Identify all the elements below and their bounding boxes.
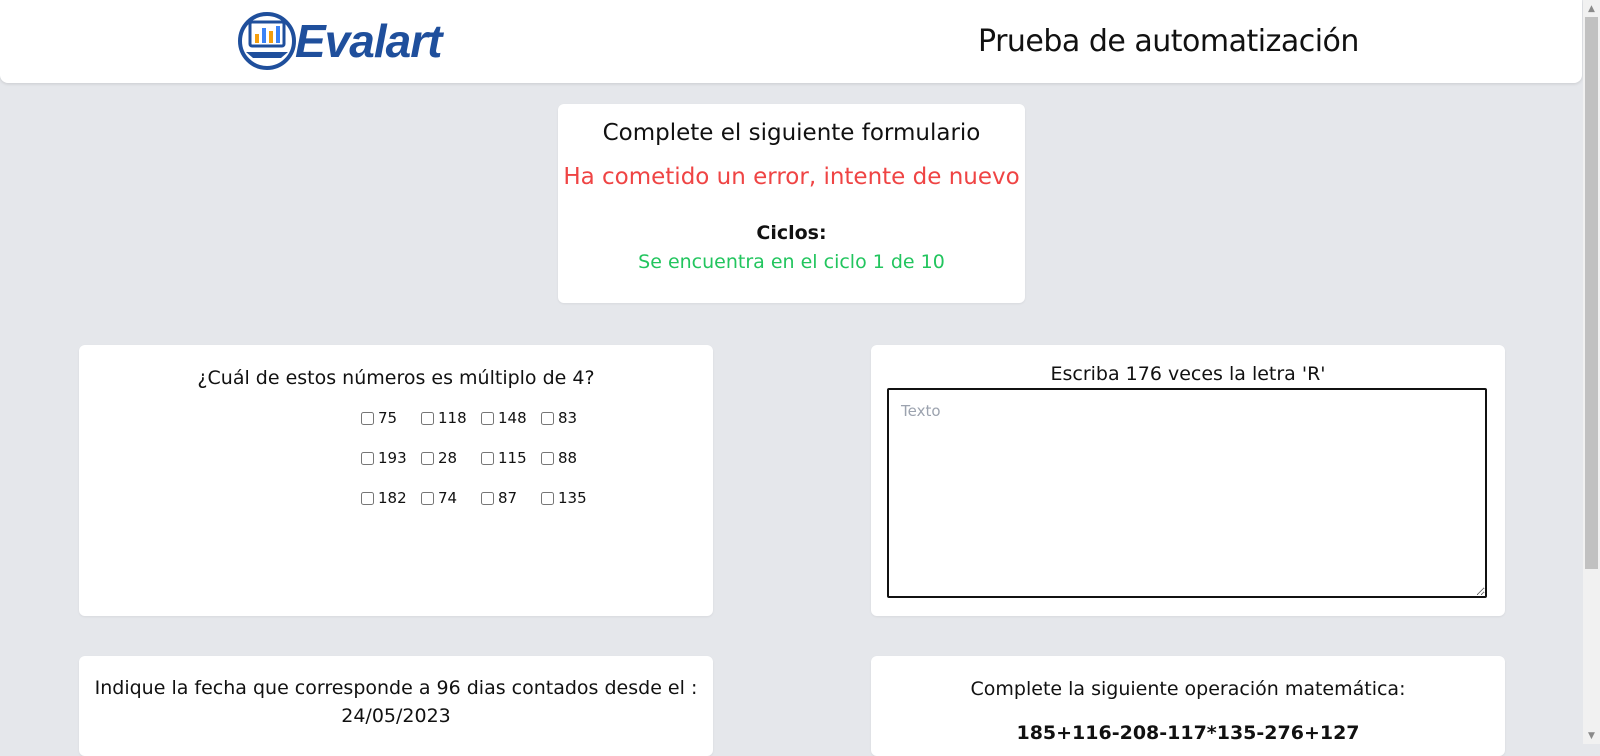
app-header: Evalart Prueba de automatización [0,0,1582,83]
option-checkbox[interactable]: 87 [481,488,517,508]
option-checkbox[interactable]: 135 [541,488,587,508]
options-row: 193 28 115 88 [361,448,621,488]
page-title: Prueba de automatización [978,24,1359,59]
logo-icon [238,12,296,70]
form-instruction: Complete el siguiente formulario [602,120,981,146]
options-row: 182 74 87 135 [361,488,621,528]
checkbox[interactable] [541,451,554,465]
math-operation: 185+116-208-117*135-276+127 [1016,722,1360,744]
checkbox[interactable] [421,411,434,425]
option-checkbox[interactable]: 148 [481,408,527,428]
checkbox[interactable] [421,491,434,505]
options-grid: 75 118 148 83 193 28 115 88 182 74 87 13… [361,408,621,528]
scroll-down-arrow-icon[interactable]: ▼ [1583,727,1600,744]
checkbox[interactable] [361,411,374,425]
date-question-card: Indique la fecha que corresponde a 96 di… [79,656,713,756]
option-checkbox[interactable]: 28 [421,448,457,468]
scrollbar-thumb[interactable] [1585,17,1598,569]
option-label: 135 [558,489,587,507]
checkbox[interactable] [541,491,554,505]
option-checkbox[interactable]: 182 [361,488,407,508]
option-label: 193 [378,449,407,467]
options-row: 75 118 148 83 [361,408,621,448]
checkbox[interactable] [481,411,494,425]
option-label: 28 [438,449,458,467]
date-reference: 24/05/2023 [341,705,451,727]
logo-text: Evalart [295,15,442,67]
option-label: 74 [438,489,458,507]
text-question-title: Escriba 176 veces la letra 'R' [1050,363,1326,385]
vertical-scrollbar[interactable]: ▲ ▼ [1583,0,1600,744]
status-card: Complete el siguiente formulario Ha come… [558,104,1025,303]
option-checkbox[interactable]: 118 [421,408,467,428]
math-question-card: Complete la siguiente operación matemáti… [871,656,1505,756]
checkbox[interactable] [541,411,554,425]
text-question-card: Escriba 176 veces la letra 'R' [871,345,1505,616]
option-label: 115 [498,449,527,467]
multiple-question-title: ¿Cuál de estos números es múltiplo de 4? [197,367,595,389]
option-checkbox[interactable]: 83 [541,408,577,428]
evalart-logo[interactable]: Evalart [237,8,487,78]
math-question-title: Complete la siguiente operación matemáti… [970,678,1406,700]
option-label: 118 [438,409,467,427]
option-label: 83 [558,409,578,427]
option-label: 87 [498,489,518,507]
multiple-question-card: ¿Cuál de estos números es múltiplo de 4?… [79,345,713,616]
checkbox[interactable] [421,451,434,465]
option-checkbox[interactable]: 115 [481,448,527,468]
option-checkbox[interactable]: 75 [361,408,397,428]
option-label: 148 [498,409,527,427]
error-message: Ha cometido un error, intente de nuevo [563,164,1020,190]
checkbox[interactable] [361,451,374,465]
option-checkbox[interactable]: 74 [421,488,457,508]
checkbox[interactable] [361,491,374,505]
option-label: 75 [378,409,398,427]
checkbox[interactable] [481,491,494,505]
option-label: 182 [378,489,407,507]
date-question-line: Indique la fecha que corresponde a 96 di… [94,677,698,699]
scroll-up-arrow-icon[interactable]: ▲ [1583,0,1600,17]
cycles-status: Se encuentra en el ciclo 1 de 10 [638,251,945,273]
cycles-label: Ciclos: [756,222,827,244]
option-label: 88 [558,449,578,467]
checkbox[interactable] [481,451,494,465]
option-checkbox[interactable]: 193 [361,448,407,468]
text-answer-field[interactable] [887,388,1487,598]
date-question-text: Indique la fecha que corresponde a 96 di… [79,674,713,730]
option-checkbox[interactable]: 88 [541,448,577,468]
